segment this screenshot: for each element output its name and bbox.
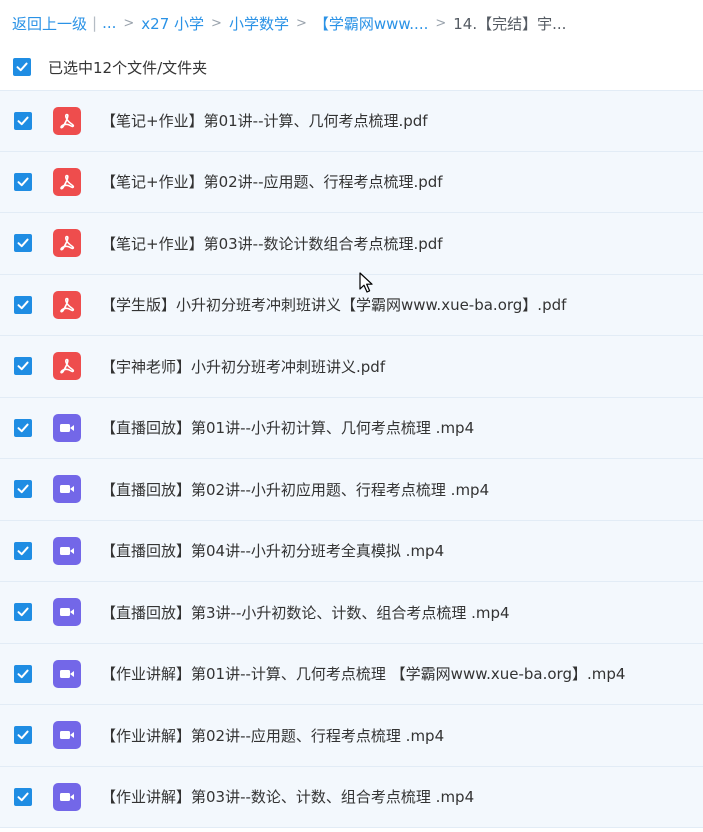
file-row-6[interactable]: 【直播回放】第01讲--小升初计算、几何考点梳理 .mp4 <box>0 397 703 459</box>
file-name: 【作业讲解】第02讲--应用题、行程考点梳理 .mp4 <box>101 726 445 745</box>
breadcrumb-separator: > <box>295 15 307 31</box>
pdf-icon <box>53 229 81 258</box>
file-name: 【笔记+作业】第01讲--计算、几何考点梳理.pdf <box>101 112 428 131</box>
file-name: 【笔记+作业】第02讲--应用题、行程考点梳理.pdf <box>101 173 443 192</box>
check-icon <box>17 423 29 432</box>
selection-count-text: 已选中12个文件/文件夹 <box>48 58 208 77</box>
breadcrumb-item-math[interactable]: 小学数学 <box>229 13 289 34</box>
file-row-2[interactable]: 【笔记+作业】第02讲--应用题、行程考点梳理.pdf <box>0 151 703 213</box>
file-checkbox[interactable] <box>14 295 32 314</box>
check-icon <box>17 669 29 678</box>
mouse-pointer-icon <box>359 272 373 293</box>
video-icon <box>53 721 81 750</box>
file-checkbox[interactable] <box>14 787 32 806</box>
file-row-1[interactable]: 【笔记+作业】第01讲--计算、几何考点梳理.pdf <box>0 90 703 152</box>
check-icon <box>17 177 29 186</box>
breadcrumb: 返回上一级 | ... > x27 小学 > 小学数学 > 【学霸网www...… <box>12 10 566 36</box>
file-row-9[interactable]: 【直播回放】第3讲--小升初数论、计数、组合考点梳理 .mp4 <box>0 582 703 644</box>
file-name: 【直播回放】第01讲--小升初计算、几何考点梳理 .mp4 <box>101 419 475 438</box>
file-row-12[interactable]: 【作业讲解】第03讲--数论、计数、组合考点梳理 .mp4 <box>0 766 703 828</box>
breadcrumb-separator: > <box>435 15 447 31</box>
file-name: 【直播回放】第3讲--小升初数论、计数、组合考点梳理 .mp4 <box>101 603 510 622</box>
breadcrumb-item-current: 14.【完结】宇... <box>453 14 567 33</box>
breadcrumb-separator: > <box>123 15 135 31</box>
breadcrumb-item-xueba[interactable]: 【学霸网www.... <box>314 13 429 34</box>
breadcrumb-pipe: | <box>92 14 98 32</box>
check-icon <box>17 730 29 740</box>
file-checkbox[interactable] <box>14 726 32 745</box>
file-checkbox[interactable] <box>14 234 32 253</box>
file-checkbox[interactable] <box>14 541 32 560</box>
check-icon <box>17 238 29 248</box>
pdf-icon <box>53 290 81 319</box>
check-icon <box>17 116 29 125</box>
file-row-3[interactable]: 【笔记+作业】第03讲--数论计数组合考点梳理.pdf <box>0 213 703 275</box>
file-name: 【作业讲解】第01讲--计算、几何考点梳理 【学霸网www.xue-ba.org… <box>101 665 626 684</box>
file-checkbox[interactable] <box>14 418 32 437</box>
back-link[interactable]: 返回上一级 <box>12 13 87 34</box>
pdf-icon <box>53 106 81 135</box>
video-icon <box>53 598 81 627</box>
file-checkbox[interactable] <box>14 172 32 191</box>
check-icon <box>17 300 29 309</box>
file-name: 【作业讲解】第03讲--数论、计数、组合考点梳理 .mp4 <box>101 788 475 807</box>
file-row-11[interactable]: 【作业讲解】第02讲--应用题、行程考点梳理 .mp4 <box>0 705 703 767</box>
file-checkbox[interactable] <box>14 111 32 130</box>
breadcrumb-separator: > <box>211 15 222 31</box>
video-icon <box>53 782 81 811</box>
file-row-7[interactable]: 【直播回放】第02讲--小升初应用题、行程考点梳理 .mp4 <box>0 459 703 521</box>
pdf-icon <box>53 352 81 381</box>
file-checkbox[interactable] <box>14 603 32 622</box>
check-icon <box>17 607 29 617</box>
file-checkbox[interactable] <box>14 480 32 499</box>
check-icon <box>17 484 29 494</box>
file-row-10[interactable]: 【作业讲解】第01讲--计算、几何考点梳理 【学霸网www.xue-ba.org… <box>0 643 703 705</box>
check-icon <box>17 546 29 555</box>
file-list: 【笔记+作业】第01讲--计算、几何考点梳理.pdf 【笔记+作业】第02讲--… <box>0 90 703 828</box>
check-icon <box>16 62 28 72</box>
selection-bar: 已选中12个文件/文件夹 <box>0 50 703 84</box>
file-row-8[interactable]: 【直播回放】第04讲--小升初分班考全真模拟 .mp4 <box>0 520 703 582</box>
file-name: 【笔记+作业】第03讲--数论计数组合考点梳理.pdf <box>101 234 443 253</box>
video-icon <box>53 413 81 442</box>
breadcrumb-item-x27[interactable]: x27 小学 <box>141 13 204 34</box>
file-checkbox[interactable] <box>14 664 32 683</box>
file-checkbox[interactable] <box>14 357 32 376</box>
file-name: 【直播回放】第04讲--小升初分班考全真模拟 .mp4 <box>101 542 445 561</box>
file-row-5[interactable]: 【宇神老师】小升初分班考冲刺班讲义.pdf <box>0 336 703 398</box>
video-icon <box>53 659 81 688</box>
video-icon <box>53 536 81 565</box>
file-name: 【学生版】小升初分班考冲刺班讲义【学霸网www.xue-ba.org】.pdf <box>101 296 567 315</box>
breadcrumb-ellipsis[interactable]: ... <box>102 14 116 32</box>
check-icon <box>17 361 29 371</box>
video-icon <box>53 475 81 504</box>
file-name: 【宇神老师】小升初分班考冲刺班讲义.pdf <box>101 357 386 376</box>
pdf-icon <box>53 167 81 196</box>
check-icon <box>17 792 29 801</box>
file-row-4[interactable]: 【学生版】小升初分班考冲刺班讲义【学霸网www.xue-ba.org】.pdf <box>0 274 703 336</box>
file-name: 【直播回放】第02讲--小升初应用题、行程考点梳理 .mp4 <box>101 480 490 499</box>
select-all-checkbox[interactable] <box>13 58 31 76</box>
